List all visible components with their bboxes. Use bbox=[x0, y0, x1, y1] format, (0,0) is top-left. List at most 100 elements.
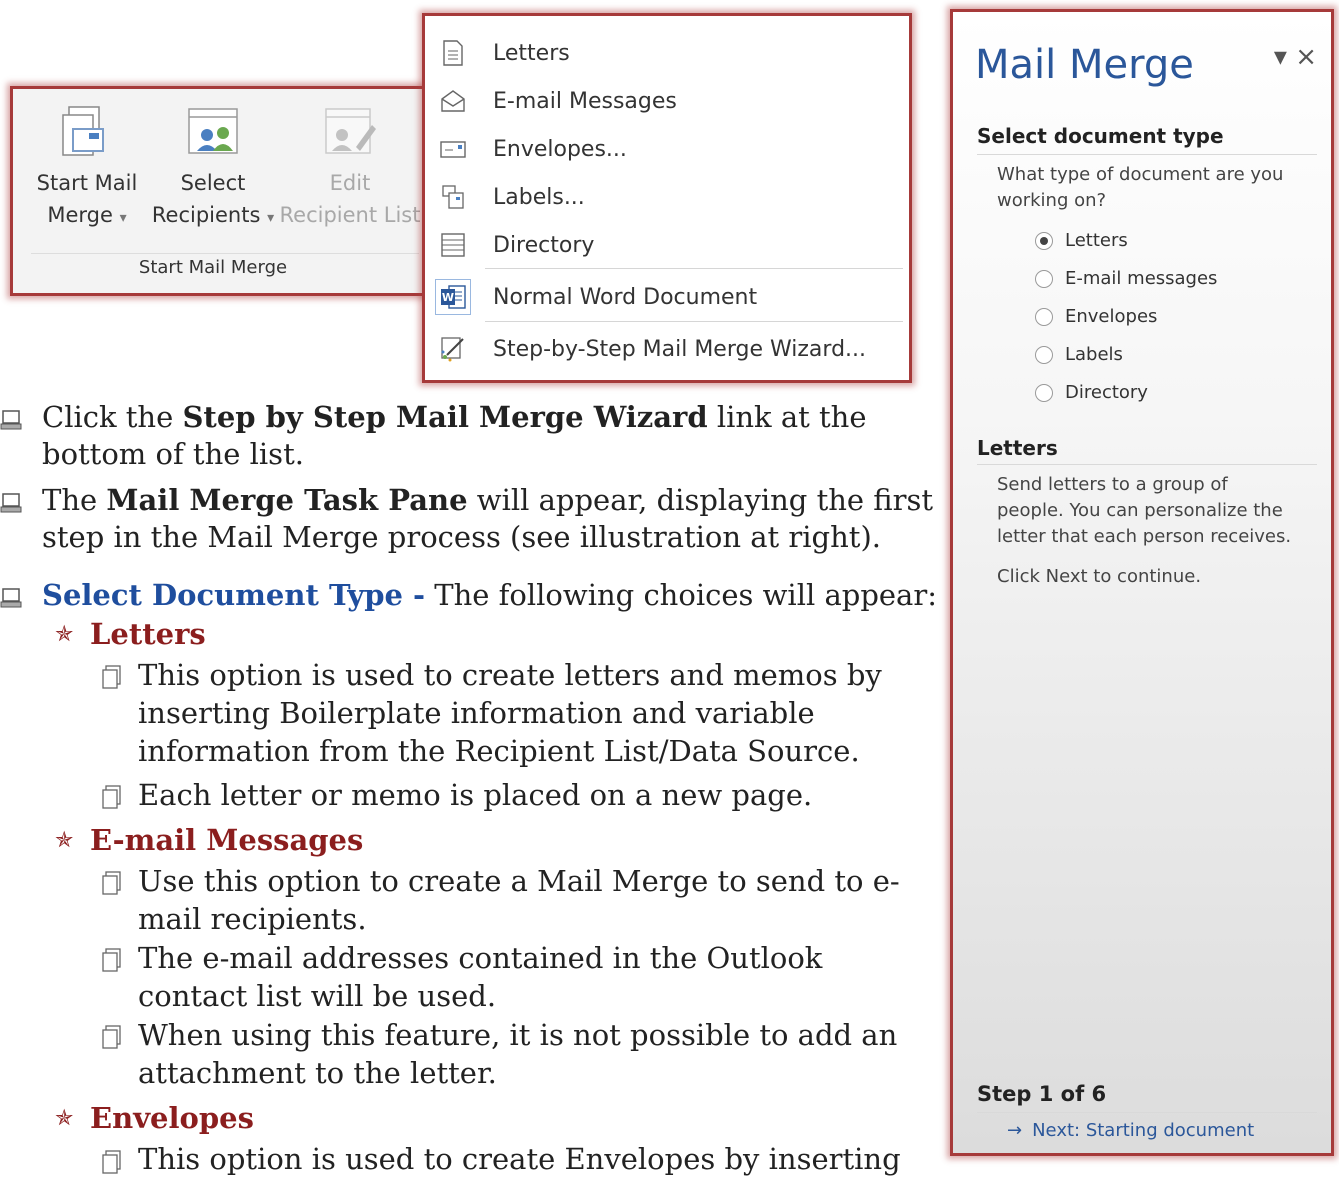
edit-recipient-label-1: Edit bbox=[329, 171, 371, 195]
option-label: Directory bbox=[1065, 382, 1148, 403]
menu-item-normal-word-document[interactable]: W Normal Word Document bbox=[425, 274, 909, 320]
question-line-1: What type of document are you bbox=[997, 164, 1284, 185]
click-next-instruction: Click Next to continue. bbox=[997, 566, 1202, 587]
recipients-icon bbox=[185, 103, 241, 163]
option-email-messages[interactable]: E-mail messages bbox=[1035, 268, 1217, 289]
pages-bullet-icon bbox=[100, 783, 124, 817]
menu-item-mail-merge-wizard[interactable]: Step-by-Step Mail Merge Wizard... bbox=[425, 326, 909, 372]
option-label: Labels bbox=[1065, 344, 1123, 365]
menu-item-envelopes[interactable]: Envelopes... bbox=[425, 126, 909, 172]
document-icon bbox=[439, 39, 467, 67]
letters-item-1-line-3: information from the Recipient List/Data… bbox=[138, 734, 860, 768]
pages-bullet-icon bbox=[100, 663, 124, 697]
menu-item-label: Letters bbox=[493, 40, 570, 66]
radio-button[interactable] bbox=[1035, 345, 1053, 364]
letters-item-1-line-1: This option is used to create letters an… bbox=[138, 658, 882, 692]
email-item-3-line-2: attachment to the letter. bbox=[138, 1056, 497, 1090]
email-item-1-line-1: Use this option to create a Mail Merge t… bbox=[138, 864, 900, 898]
edit-recipient-list-icon bbox=[322, 103, 378, 163]
option-directory[interactable]: Directory bbox=[1035, 382, 1148, 403]
start-mail-merge-label-1: Start Mail bbox=[36, 171, 138, 195]
menu-item-email-messages[interactable]: E-mail Messages bbox=[425, 78, 909, 124]
select-recipients-label-2: Recipients bbox=[151, 203, 261, 227]
menu-separator bbox=[485, 321, 903, 322]
arrow-right-icon: → bbox=[1007, 1120, 1023, 1141]
letters-item-2: Each letter or memo is placed on a new p… bbox=[138, 778, 813, 812]
computer-bullet-icon bbox=[0, 583, 24, 617]
email-item-3-line-1: When using this feature, it is not possi… bbox=[138, 1018, 898, 1052]
menu-item-label: E-mail Messages bbox=[493, 88, 677, 114]
wizard-icon bbox=[439, 335, 467, 363]
menu-item-letters[interactable]: Letters bbox=[425, 30, 909, 76]
edit-recipient-label-2: Recipient List bbox=[279, 203, 421, 227]
pane-controls[interactable]: ▾ × bbox=[1274, 42, 1317, 72]
menu-separator bbox=[485, 268, 903, 269]
menu-item-label: Step-by-Step Mail Merge Wizard... bbox=[493, 336, 867, 362]
paragraph-3: Select Document Type - The following cho… bbox=[42, 578, 937, 612]
select-recipients-label-1: Select bbox=[180, 171, 246, 195]
email-item-2-line-1: The e-mail addresses contained in the Ou… bbox=[138, 941, 823, 975]
step-indicator: Step 1 of 6 bbox=[977, 1082, 1107, 1106]
menu-item-label: Envelopes... bbox=[493, 136, 627, 162]
option-envelopes[interactable]: Envelopes bbox=[1035, 306, 1157, 327]
section-divider bbox=[977, 1112, 1317, 1113]
start-mail-merge-ribbon-group: Start Mail Merge ▾ Select Recipients ▾ E… bbox=[10, 86, 440, 296]
menu-item-label: Normal Word Document bbox=[493, 284, 758, 310]
ribbon-separator bbox=[31, 253, 419, 254]
section-letters: Letters bbox=[977, 436, 1058, 460]
heading-letters: Letters bbox=[90, 617, 206, 651]
description-line-1: Send letters to a group of bbox=[997, 474, 1228, 495]
paragraph-2-line-1: The Mail Merge Task Pane will appear, di… bbox=[42, 483, 934, 517]
menu-item-labels[interactable]: Labels... bbox=[425, 174, 909, 220]
envelope-open-icon bbox=[439, 87, 467, 115]
computer-bullet-icon bbox=[0, 405, 24, 439]
menu-item-directory[interactable]: Directory bbox=[425, 222, 909, 268]
option-label: E-mail messages bbox=[1065, 268, 1218, 289]
directory-icon bbox=[439, 231, 467, 259]
menu-item-label: Directory bbox=[493, 232, 595, 258]
edit-recipient-list-button[interactable]: Edit Recipient List bbox=[275, 103, 425, 231]
option-label: Envelopes bbox=[1065, 306, 1158, 327]
option-labels[interactable]: Labels bbox=[1035, 344, 1123, 365]
start-mail-merge-button[interactable]: Start Mail Merge ▾ bbox=[27, 103, 147, 234]
letters-item-1-line-2: inserting Boilerplate information and va… bbox=[138, 696, 815, 730]
start-mail-merge-icon bbox=[59, 103, 115, 163]
star-bullet-icon: ✯ bbox=[55, 1106, 74, 1131]
description-line-2: people. You can personalize the bbox=[997, 500, 1283, 521]
radio-button[interactable] bbox=[1035, 383, 1053, 402]
pane-close-icon[interactable]: ▾ × bbox=[1274, 42, 1317, 72]
radio-button[interactable] bbox=[1035, 269, 1053, 288]
pages-bullet-icon bbox=[100, 1023, 124, 1057]
word-icon: W bbox=[435, 279, 471, 315]
pages-bullet-icon bbox=[100, 946, 124, 980]
svg-text:W: W bbox=[442, 291, 454, 304]
star-bullet-icon: ✯ bbox=[55, 828, 74, 853]
section-divider bbox=[977, 154, 1317, 155]
pane-title: Mail Merge bbox=[975, 42, 1194, 88]
option-label: Letters bbox=[1065, 230, 1128, 251]
heading-envelopes: Envelopes bbox=[90, 1101, 254, 1135]
chevron-down-icon: ▾ bbox=[119, 210, 127, 226]
next-link-label: Next: Starting document bbox=[1032, 1120, 1255, 1141]
start-mail-merge-dropdown-menu: Letters E-mail Messages Envelopes... Lab… bbox=[422, 13, 912, 383]
star-bullet-icon: ✯ bbox=[55, 622, 74, 647]
heading-email-messages: E-mail Messages bbox=[90, 823, 364, 857]
pages-bullet-icon bbox=[100, 1148, 124, 1182]
paragraph-1-line-1: Click the Step by Step Mail Merge Wizard… bbox=[42, 400, 867, 434]
mail-merge-task-pane: Mail Merge ▾ × Select document type What… bbox=[950, 9, 1334, 1156]
ribbon-group-label: Start Mail Merge bbox=[138, 257, 288, 278]
radio-button[interactable] bbox=[1035, 307, 1053, 326]
option-letters[interactable]: Letters bbox=[1035, 230, 1128, 251]
description-line-3: letter that each person receives. bbox=[997, 526, 1292, 547]
radio-button[interactable] bbox=[1035, 231, 1053, 250]
pages-bullet-icon bbox=[100, 869, 124, 903]
chevron-down-icon: ▾ bbox=[267, 210, 275, 226]
section-select-document-type: Select document type bbox=[977, 124, 1224, 148]
next-starting-document-link[interactable]: → Next: Starting document bbox=[1007, 1120, 1254, 1141]
start-mail-merge-label-2: Merge bbox=[47, 203, 113, 227]
email-item-2-line-2: contact list will be used. bbox=[138, 979, 497, 1013]
envelope-icon bbox=[439, 135, 467, 163]
computer-bullet-icon bbox=[0, 488, 24, 522]
select-recipients-button[interactable]: Select Recipients ▾ bbox=[143, 103, 283, 234]
paragraph-2-line-2: step in the Mail Merge process (see illu… bbox=[42, 520, 881, 554]
